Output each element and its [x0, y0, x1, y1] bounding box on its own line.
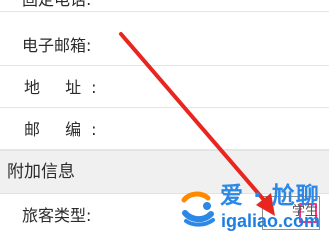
fixed-phone-label: 固定电话:	[22, 0, 91, 10]
section-title: 附加信息	[7, 162, 75, 182]
screen: 固定电话: 电子邮箱: 地 址: 邮 编: 附加信息 旅客类型: 学生 爱 · …	[0, 0, 329, 244]
passenger-type-select[interactable]: 学生	[262, 196, 320, 230]
passenger-type-value: 学生	[291, 204, 318, 219]
address-label: 地 址:	[24, 78, 107, 97]
form-row-email[interactable]: 电子邮箱:	[0, 24, 329, 66]
email-label: 电子邮箱:	[22, 36, 92, 55]
form-row-fixed-phone: 固定电话:	[0, 0, 329, 12]
form-row-address[interactable]: 地 址:	[0, 66, 329, 108]
passenger-type-label: 旅客类型:	[22, 206, 92, 225]
additional-info-section-header: 附加信息	[0, 150, 329, 194]
form-row-postal-code[interactable]: 邮 编:	[0, 108, 329, 150]
postal-code-label: 邮 编:	[24, 120, 107, 139]
